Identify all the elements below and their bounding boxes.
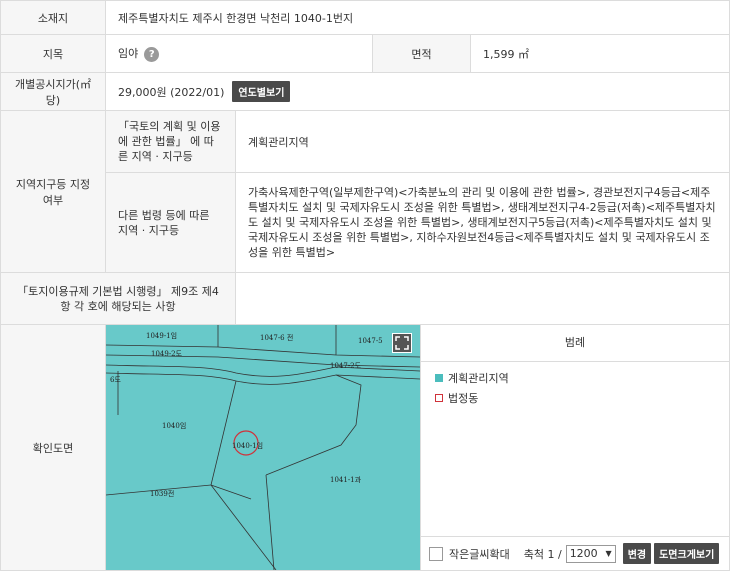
map-cell: 1049-1임 1049-2도 1047-6 전 1047-5 1047-2도 … bbox=[104, 324, 731, 571]
area-value: 1,599 ㎡ bbox=[469, 34, 731, 73]
location-label: 소재지 bbox=[0, 0, 106, 35]
zone-value-other: 가축사육제한구역(일부제한구역)<가축분뇨의 관리 및 이용에 관한 법률>, … bbox=[234, 172, 731, 273]
category-value: 임야 bbox=[118, 47, 139, 61]
expand-icon[interactable] bbox=[392, 333, 412, 353]
parcel-label: 1047-6 전 bbox=[260, 334, 294, 342]
dong-swatch-icon bbox=[435, 394, 443, 402]
yearly-view-button[interactable]: 연도별보기 bbox=[232, 81, 291, 102]
category-cell: 임야? bbox=[105, 34, 373, 73]
price-label: 개별공시지가(㎡당) bbox=[0, 72, 106, 111]
parcel-label: 6도 bbox=[110, 376, 121, 384]
map-controls: 작은글씨확대 축척 1 / 1200 ▼ 변경 도면크게보기 bbox=[421, 536, 730, 570]
parcel-label: 1047-5 bbox=[358, 337, 383, 345]
legend-panel: 범례 계획관리지역 법정동 작은글씨확대 축척 1 / 1200 ▼ 변경 도면… bbox=[420, 325, 730, 570]
regulation-label: 「토지이용규제 기본법 시행령」 제9조 제4항 각 호에 해당되는 사항 bbox=[0, 272, 236, 325]
land-map[interactable]: 1049-1임 1049-2도 1047-6 전 1047-5 1047-2도 … bbox=[106, 325, 420, 570]
zone-sub-national: 「국토의 계획 및 이용에 관한 법률」 에 따른 지역 · 지구등 bbox=[105, 110, 236, 173]
parcel-label: 1040임 bbox=[162, 422, 187, 430]
map-label: 확인도면 bbox=[0, 324, 106, 571]
parcel-label: 1039전 bbox=[150, 490, 175, 498]
location-value: 제주특별자치도 제주시 한경면 낙천리 1040-1번지 bbox=[104, 0, 731, 35]
zone-swatch-icon bbox=[435, 374, 443, 382]
legend-item-zone: 계획관리지역 bbox=[435, 370, 729, 386]
legend-label: 계획관리지역 bbox=[448, 372, 509, 385]
small-text-checkbox[interactable] bbox=[429, 546, 443, 561]
price-cell: 29,000원 (2022/01) 연도별보기 bbox=[104, 72, 731, 111]
zone-sub-other: 다른 법령 등에 따른 지역 · 지구등 bbox=[105, 172, 236, 273]
zone-label: 지역지구등 지정여부 bbox=[0, 110, 106, 273]
scale-value: 1200 bbox=[569, 547, 598, 560]
parcel-label: 1041-1과 bbox=[330, 476, 362, 484]
regulation-value bbox=[234, 272, 731, 325]
parcel-label: 1049-1임 bbox=[146, 332, 178, 340]
help-icon[interactable]: ? bbox=[144, 46, 160, 62]
parcel-label: 1040-1임 bbox=[232, 442, 264, 450]
legend-item-dong: 법정동 bbox=[435, 390, 729, 406]
legend-title: 범례 bbox=[421, 325, 730, 362]
area-label: 면적 bbox=[372, 34, 471, 73]
chevron-down-icon: ▼ bbox=[605, 549, 612, 558]
parcel-label: 1049-2도 bbox=[151, 350, 183, 358]
legend-label: 법정동 bbox=[448, 392, 479, 405]
scale-label: 축척 1 / bbox=[523, 547, 562, 561]
scale-change-button[interactable]: 변경 bbox=[622, 543, 652, 564]
enlarge-map-button[interactable]: 도면크게보기 bbox=[654, 543, 720, 564]
price-value: 29,000원 (2022/01) bbox=[118, 86, 225, 99]
parcel-label: 1047-2도 bbox=[330, 362, 362, 370]
category-label: 지목 bbox=[0, 34, 106, 73]
small-text-label: 작은글씨확대 bbox=[449, 547, 510, 561]
zone-value-national: 계획관리지역 bbox=[234, 110, 731, 173]
scale-select[interactable]: 1200 ▼ bbox=[565, 544, 616, 563]
